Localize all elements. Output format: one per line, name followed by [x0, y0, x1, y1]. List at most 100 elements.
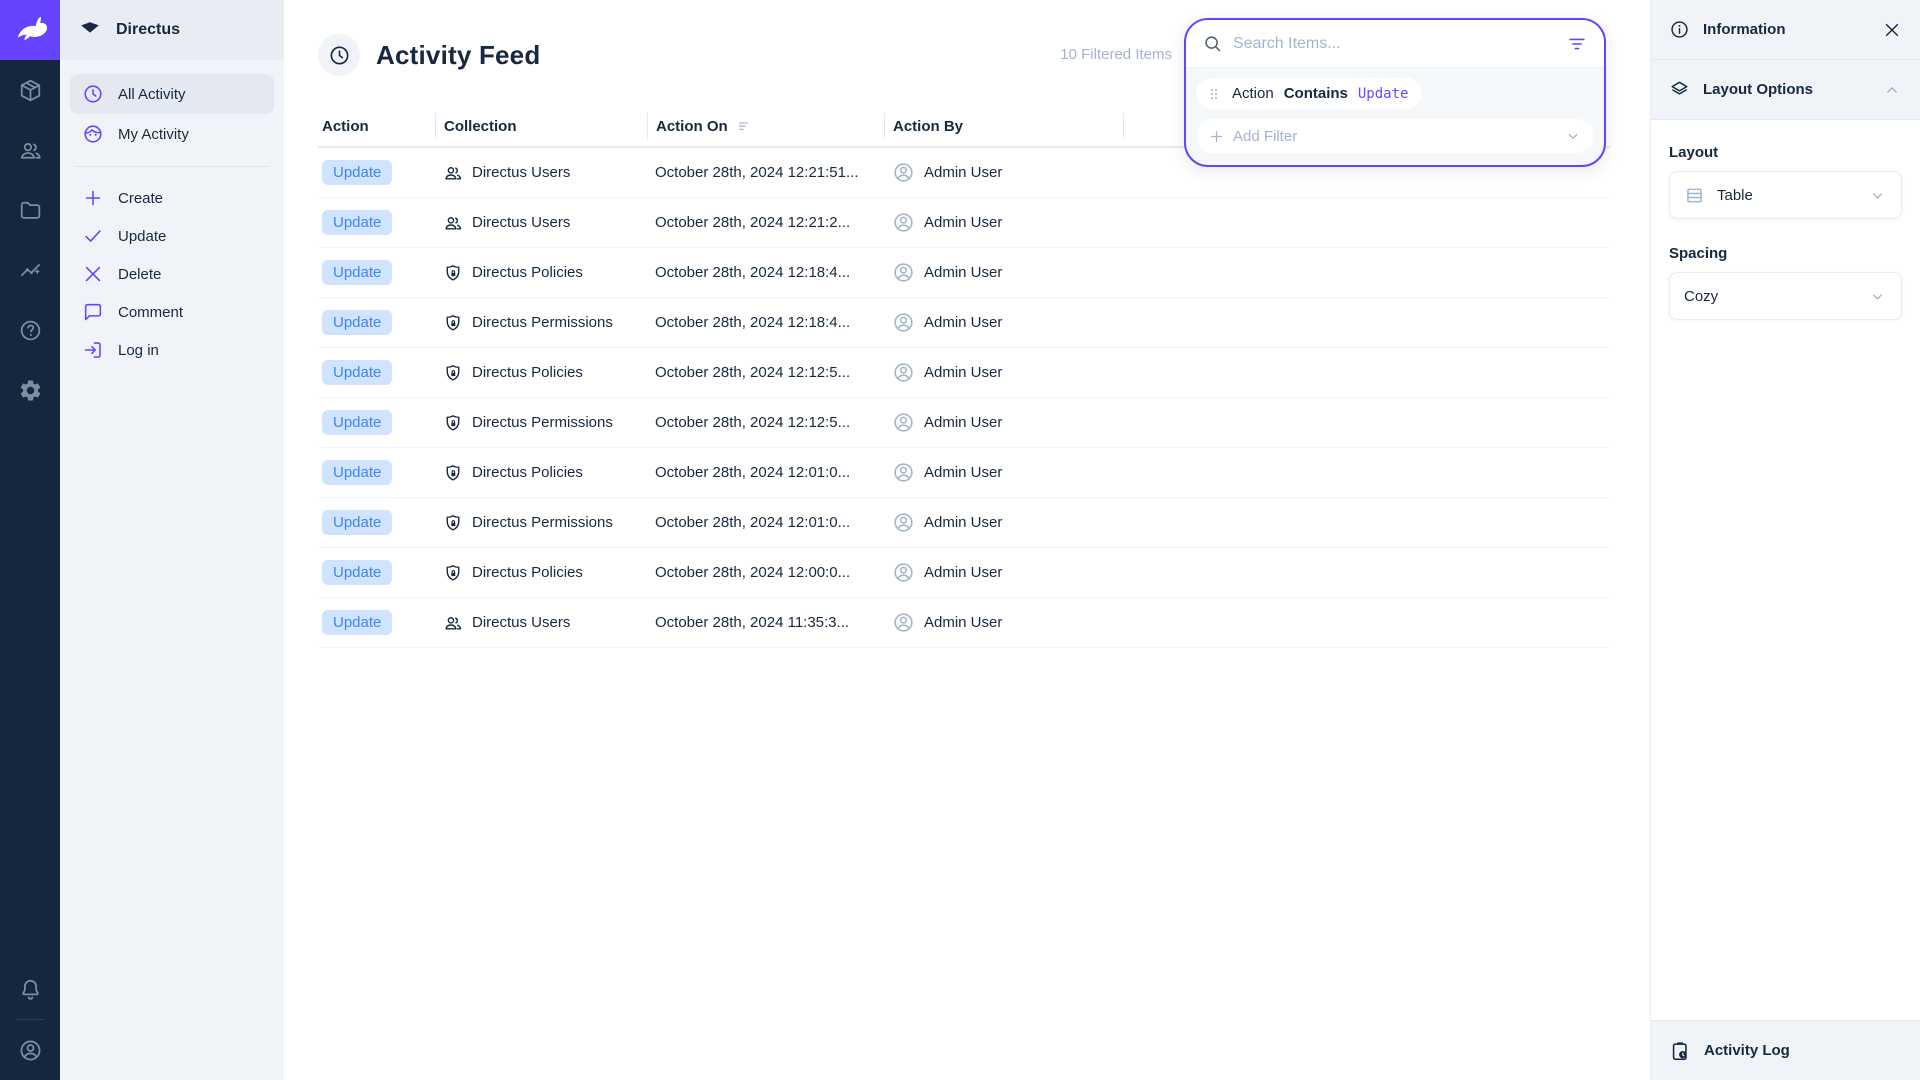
module-settings[interactable]: [0, 360, 60, 420]
action-by-user: Admin User: [924, 214, 1002, 231]
sidebar-item-update[interactable]: Update: [70, 217, 274, 255]
filter-icon[interactable]: [1566, 33, 1588, 55]
module-files[interactable]: [0, 180, 60, 240]
module-bar-items: [0, 60, 60, 420]
column-header-action[interactable]: Action: [318, 113, 435, 139]
table-layout-icon: [1684, 185, 1705, 206]
account-icon: [892, 161, 915, 184]
drag-handle-icon[interactable]: [1206, 86, 1222, 102]
chevron-up-icon[interactable]: [1882, 80, 1902, 100]
filter-rule-chip[interactable]: Action Contains Update: [1196, 78, 1422, 109]
table-row[interactable]: Update Directus Permissions October 28th, …: [318, 298, 1610, 348]
add-filter-label: Add Filter: [1233, 128, 1564, 145]
sidebar-item-comment[interactable]: Comment: [70, 293, 274, 331]
action-badge: Update: [322, 610, 392, 635]
nav-activity-items: All Activity My Activity: [60, 60, 284, 154]
layout-options-label: Layout Options: [1703, 81, 1869, 98]
sidebar-item-label: Create: [118, 190, 163, 207]
information-header: Information: [1651, 0, 1920, 60]
face-icon: [82, 123, 104, 145]
cube-icon: [18, 78, 43, 103]
filter-field: Action: [1232, 85, 1274, 102]
table-row[interactable]: UpdateDirectus UsersOctober 28th, 2024 1…: [318, 198, 1610, 248]
layout-options-header[interactable]: Layout Options: [1651, 60, 1920, 120]
module-users[interactable]: [0, 120, 60, 180]
spacing-select[interactable]: Cozy: [1669, 272, 1902, 320]
project-header[interactable]: Directus: [60, 0, 284, 60]
collection-name: Directus Policies: [472, 564, 583, 581]
add-filter-button[interactable]: Add Filter: [1196, 119, 1594, 153]
sidebar-item-log-in[interactable]: Log in: [70, 331, 274, 369]
spacing-field-label: Spacing: [1669, 245, 1902, 262]
group-icon: [443, 613, 463, 633]
search-filter-panel: Action Contains Update Add Filter: [1184, 18, 1606, 167]
table-row[interactable]: UpdateDirectus PermissionsOctober 28th, …: [318, 398, 1610, 448]
activity-table: Action Collection Action On Action By Up…: [318, 106, 1610, 648]
layout-field-label: Layout: [1669, 144, 1902, 161]
column-header-action-by[interactable]: Action By: [884, 113, 1123, 139]
sidebar-item-all-activity[interactable]: All Activity: [70, 74, 274, 114]
module-content[interactable]: [0, 60, 60, 120]
search-input[interactable]: [1233, 35, 1556, 53]
action-on-timestamp: October 28th, 2024 12:18:4...: [655, 314, 850, 331]
account-icon: [892, 211, 915, 234]
sidebar-item-label: My Activity: [118, 126, 189, 143]
account-icon: [892, 461, 915, 484]
module-insights[interactable]: [0, 240, 60, 300]
table-row[interactable]: UpdateDirectus UsersOctober 28th, 2024 1…: [318, 598, 1610, 648]
collection-name: Directus Permissions: [472, 514, 613, 531]
user-menu-button[interactable]: [0, 1020, 60, 1080]
chevron-down-icon: [1868, 186, 1887, 205]
notifications-button[interactable]: [0, 959, 60, 1019]
nav-filter-items: Create Update DeleteCommentLog in: [60, 179, 284, 369]
information-label: Information: [1703, 21, 1869, 38]
project-name: Directus: [116, 21, 180, 39]
action-on-timestamp: October 28th, 2024 12:01:0...: [655, 464, 850, 481]
sidebar-item-create[interactable]: Create: [70, 179, 274, 217]
close-icon: [82, 263, 104, 285]
column-header-collection[interactable]: Collection: [435, 113, 647, 139]
policy-icon: [443, 363, 463, 383]
collection-name: Directus Users: [472, 614, 570, 631]
sidebar-item-label: Update: [118, 228, 166, 245]
layout-select-value: Table: [1717, 187, 1856, 204]
nav-divider: [74, 166, 270, 167]
action-badge: Update: [322, 560, 392, 585]
action-badge: Update: [322, 460, 392, 485]
sidebar-item-delete[interactable]: Delete: [70, 255, 274, 293]
sidebar-item-my-activity[interactable]: My Activity: [70, 114, 274, 154]
close-icon[interactable]: [1882, 20, 1902, 40]
table-row[interactable]: UpdateDirectus PoliciesOctober 28th, 202…: [318, 248, 1610, 298]
bell-icon: [18, 977, 43, 1002]
action-on-timestamp: October 28th, 2024 12:21:51...: [655, 164, 858, 181]
activity-log-icon: [1669, 1040, 1691, 1062]
table-body: Update Directus Users October 28th, 2024 1…: [318, 148, 1610, 648]
action-badge: Update: [322, 310, 392, 335]
group-icon: [443, 213, 463, 233]
action-by-user: Admin User: [924, 414, 1002, 431]
column-header-action-on[interactable]: Action On: [647, 113, 884, 139]
table-row[interactable]: UpdateDirectus PoliciesOctober 28th, 202…: [318, 348, 1610, 398]
collection-name: Directus Permissions: [472, 314, 613, 331]
module-help[interactable]: [0, 300, 60, 360]
account-icon: [892, 261, 915, 284]
activity-log-button[interactable]: Activity Log: [1651, 1020, 1920, 1080]
info-icon: [1669, 19, 1690, 40]
sort-icon[interactable]: [736, 118, 753, 135]
table-row[interactable]: UpdateDirectus PoliciesOctober 28th, 202…: [318, 448, 1610, 498]
collection-name: Directus Users: [472, 214, 570, 231]
action-by-user: Admin User: [924, 164, 1002, 181]
directus-logo[interactable]: [0, 0, 60, 60]
chevron-down-icon: [1868, 287, 1887, 306]
action-by-user: Admin User: [924, 464, 1002, 481]
search-icon: [1202, 33, 1223, 54]
layout-select[interactable]: Table: [1669, 171, 1902, 219]
help-icon: [18, 318, 43, 343]
info-drawer: Information Layout Options Layout Table …: [1650, 0, 1920, 1080]
action-badge: Update: [322, 410, 392, 435]
insights-icon: [18, 258, 43, 283]
chevron-down-icon: [1564, 127, 1582, 145]
table-row[interactable]: UpdateDirectus PoliciesOctober 28th, 202…: [318, 548, 1610, 598]
table-row[interactable]: UpdateDirectus PermissionsOctober 28th, …: [318, 498, 1610, 548]
sidebar-item-label: All Activity: [118, 86, 186, 103]
